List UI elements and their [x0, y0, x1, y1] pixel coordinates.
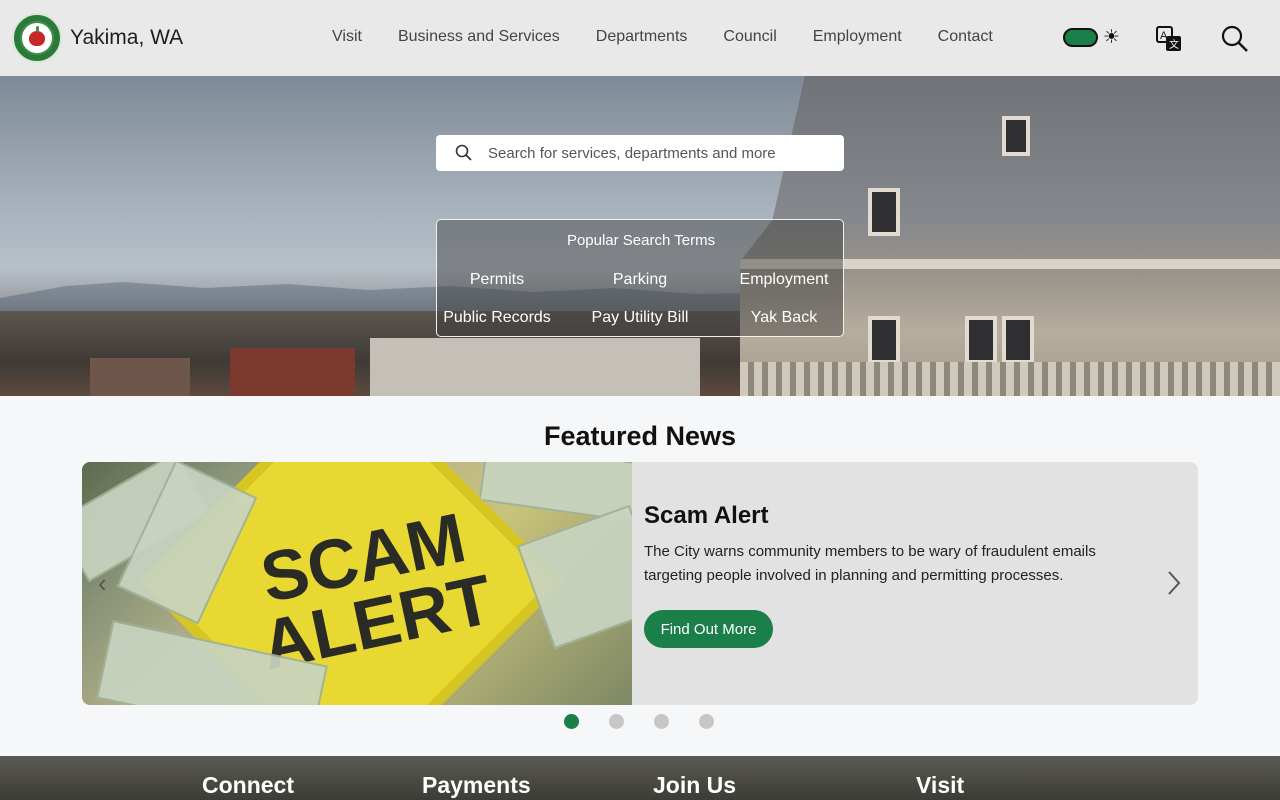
- term-yak-back[interactable]: Yak Back: [716, 309, 852, 327]
- news-carousel-card: SCAM ALERT ‹ Scam Alert The City warns c…: [82, 462, 1198, 705]
- main-nav: Visit Business and Services Departments …: [332, 28, 1029, 46]
- nav-item-business-services[interactable]: Business and Services: [398, 28, 560, 46]
- chevron-left-icon[interactable]: ‹: [98, 568, 107, 599]
- theme-toggle[interactable]: [1063, 28, 1098, 47]
- nav-item-visit[interactable]: Visit: [332, 28, 362, 46]
- nav-item-council[interactable]: Council: [723, 28, 776, 46]
- find-out-more-button[interactable]: Find Out More: [644, 610, 773, 648]
- chevron-right-icon[interactable]: [1162, 566, 1186, 600]
- carousel-dot-2[interactable]: [609, 714, 624, 729]
- hero-banner: Popular Search Terms Permits Parking Emp…: [0, 76, 1280, 396]
- site-header: Yakima, WA Visit Business and Services D…: [0, 0, 1280, 76]
- sun-icon: ☀: [1103, 27, 1121, 48]
- hero-search-input[interactable]: [488, 142, 828, 164]
- carousel-dot-4[interactable]: [699, 714, 714, 729]
- carousel-dots: [564, 714, 714, 729]
- term-employment[interactable]: Employment: [716, 271, 852, 289]
- footer-heading-join-us[interactable]: Join Us: [653, 772, 736, 799]
- term-pay-utility-bill[interactable]: Pay Utility Bill: [572, 309, 708, 327]
- carousel-dot-1[interactable]: [564, 714, 579, 729]
- site-name[interactable]: Yakima, WA: [70, 26, 183, 50]
- search-icon[interactable]: [1221, 25, 1249, 53]
- term-public-records[interactable]: Public Records: [429, 309, 565, 327]
- svg-text:文: 文: [1169, 38, 1179, 51]
- nav-item-departments[interactable]: Departments: [596, 28, 688, 46]
- news-summary: The City warns community members to be w…: [644, 543, 1096, 584]
- popular-title: Popular Search Terms: [566, 232, 716, 249]
- news-headline: Scam Alert: [644, 502, 769, 529]
- footer-heading-payments[interactable]: Payments: [422, 772, 531, 799]
- footer-links-section: Connect Payments Join Us Visit: [0, 756, 1280, 800]
- footer-heading-visit[interactable]: Visit: [916, 772, 964, 799]
- scam-alert-image: SCAM ALERT ‹: [82, 462, 632, 705]
- footer-heading-connect[interactable]: Connect: [202, 772, 294, 799]
- nav-item-contact[interactable]: Contact: [938, 28, 993, 46]
- city-seal-logo[interactable]: [12, 13, 62, 63]
- term-permits[interactable]: Permits: [429, 271, 565, 289]
- translate-icon[interactable]: A 文: [1156, 26, 1182, 52]
- term-parking[interactable]: Parking: [572, 271, 708, 289]
- popular-search-terms: Popular Search Terms Permits Parking Emp…: [436, 219, 844, 337]
- search-icon: [455, 144, 472, 161]
- featured-news-heading: Featured News: [543, 421, 737, 451]
- hero-search-box[interactable]: [436, 135, 844, 171]
- carousel-dot-3[interactable]: [654, 714, 669, 729]
- nav-item-employment[interactable]: Employment: [813, 28, 902, 46]
